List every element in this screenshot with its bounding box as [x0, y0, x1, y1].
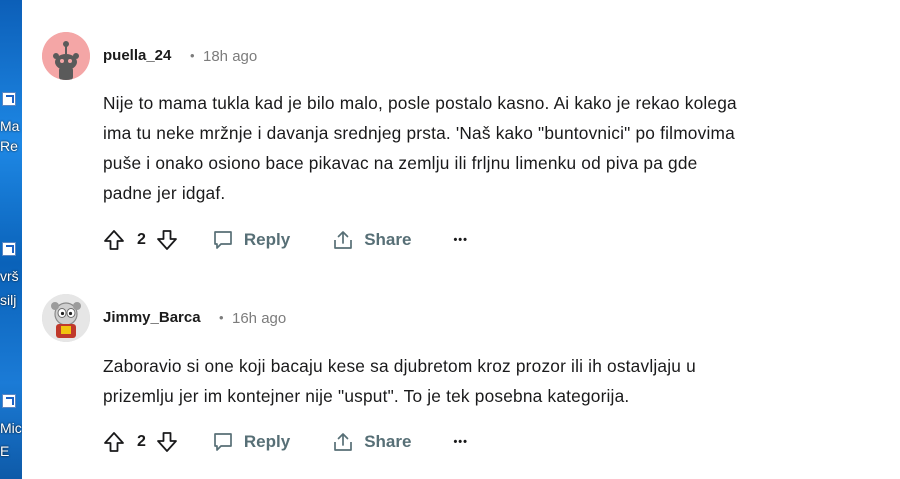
- comment-body: Zaboravio si one koji bacaju kese sa dju…: [103, 351, 843, 411]
- more-options-icon: •••: [453, 234, 469, 246]
- reply-button[interactable]: Reply: [212, 229, 290, 251]
- comment-actions: 2 Reply Share •••: [103, 225, 468, 255]
- downvote-arrow-icon: [157, 432, 177, 452]
- comment-line: ima tu neke mržnje i davanja srednjeg pr…: [103, 123, 735, 143]
- desktop-label: Mic: [0, 420, 22, 436]
- comment-line: prizemlju jer im kontejner nije "usput".…: [103, 386, 630, 406]
- avatar[interactable]: [42, 294, 90, 342]
- desktop-shortcut-icon[interactable]: [2, 92, 16, 106]
- vote-count: 2: [137, 231, 146, 248]
- reply-label: Reply: [243, 230, 291, 249]
- comment-line: Zaboravio si one koji bacaju kese sa dju…: [103, 356, 696, 376]
- username[interactable]: puella_24: [103, 47, 171, 64]
- desktop-shortcut-icon[interactable]: [2, 242, 16, 256]
- share-label: Share: [364, 432, 412, 451]
- comment-thread: puella_24 • 18h ago Nije to mama tukla k…: [22, 0, 900, 479]
- timestamp[interactable]: 16h ago: [232, 310, 286, 327]
- upvote-button[interactable]: [103, 229, 125, 251]
- desktop-label: E: [0, 443, 10, 459]
- share-button[interactable]: Share: [332, 229, 411, 251]
- more-options-button[interactable]: •••: [453, 234, 468, 246]
- downvote-button[interactable]: [156, 229, 178, 251]
- desktop-label: Ma: [0, 118, 20, 134]
- avatar[interactable]: [42, 32, 90, 80]
- reply-label: Reply: [243, 432, 291, 451]
- username[interactable]: Jimmy_Barca: [103, 309, 201, 326]
- downvote-button[interactable]: [156, 431, 178, 453]
- more-options-icon: •••: [453, 436, 469, 448]
- desktop-label: vrš: [0, 268, 19, 284]
- comment-actions: 2 Reply Share •••: [103, 427, 468, 457]
- share-button[interactable]: Share: [332, 431, 411, 453]
- comment-line: Nije to mama tukla kad je bilo malo, pos…: [103, 93, 737, 113]
- share-icon: [334, 433, 353, 451]
- share-label: Share: [364, 230, 412, 249]
- more-options-button[interactable]: •••: [453, 436, 468, 448]
- user-avatar-icon: [42, 294, 90, 342]
- timestamp[interactable]: 18h ago: [203, 48, 257, 65]
- reply-button[interactable]: Reply: [212, 431, 290, 453]
- separator-dot: •: [219, 310, 224, 325]
- upvote-button[interactable]: [103, 431, 125, 453]
- upvote-arrow-icon: [104, 230, 124, 250]
- vote-count: 2: [137, 433, 146, 450]
- separator-dot: •: [190, 48, 195, 63]
- snoo-avatar-icon: [42, 32, 90, 80]
- comment-bubble-icon: [214, 433, 232, 451]
- desktop-shortcut-icon[interactable]: [2, 394, 16, 408]
- comment-line: padne jer idgaf.: [103, 183, 226, 203]
- comment-line: puše i onako osiono bace pikavac na zeml…: [103, 153, 698, 173]
- downvote-arrow-icon: [157, 230, 177, 250]
- desktop-label: silj: [0, 292, 17, 308]
- share-icon: [334, 231, 353, 249]
- comment-bubble-icon: [214, 231, 232, 249]
- comment-body: Nije to mama tukla kad je bilo malo, pos…: [103, 88, 843, 208]
- desktop-label: Re: [0, 138, 18, 154]
- desktop-background: Ma Re vrš silj Mic E: [0, 0, 22, 479]
- upvote-arrow-icon: [104, 432, 124, 452]
